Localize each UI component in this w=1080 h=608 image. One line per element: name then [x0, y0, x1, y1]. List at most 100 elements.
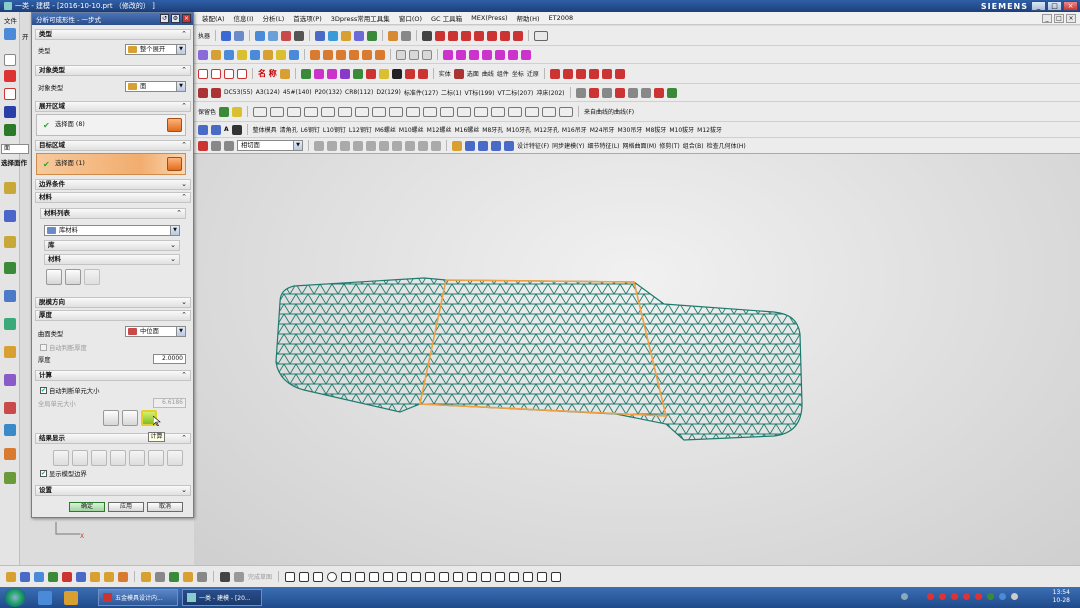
std-9-icon[interactable]: [389, 106, 404, 117]
result-strain-icon[interactable]: [72, 450, 88, 466]
tray-8-icon[interactable]: [999, 593, 1006, 600]
menu-3dpress[interactable]: 3Dpress常用工具集: [331, 13, 390, 23]
tray-4-icon[interactable]: [951, 593, 958, 600]
mirror-bottom-icon[interactable]: [509, 571, 520, 582]
menu-mex-press[interactable]: MEX(Press): [471, 14, 507, 22]
polygon-icon[interactable]: [383, 571, 394, 582]
quick-m8-tap[interactable]: M8牙孔: [482, 125, 503, 134]
trim-icon[interactable]: [474, 30, 485, 41]
menu-detail-feature[interactable]: 细节特征(L): [588, 141, 620, 150]
std-11-icon[interactable]: [423, 106, 438, 117]
system-clock[interactable]: 13:54 10-28: [1053, 589, 1070, 605]
spline-icon[interactable]: [285, 571, 296, 582]
feature-4-icon[interactable]: [491, 140, 501, 151]
material-source-combo[interactable]: 库材料 ▼: [44, 225, 180, 236]
measure-bottom-icon[interactable]: [183, 571, 193, 582]
snap-2-icon[interactable]: [211, 140, 221, 151]
part-icon[interactable]: [4, 124, 16, 136]
circle-icon[interactable]: [327, 571, 338, 582]
snap-3-icon[interactable]: [224, 140, 234, 151]
feature-1-icon[interactable]: [452, 140, 462, 151]
offset-icon[interactable]: [487, 30, 498, 41]
doc-restore-button[interactable]: □: [1054, 14, 1064, 23]
plane-icon[interactable]: [76, 571, 86, 582]
menu-window[interactable]: 窗口(O): [399, 13, 422, 23]
new-icon[interactable]: [4, 54, 16, 66]
key-icon[interactable]: [141, 571, 151, 582]
dialog-reset-button[interactable]: ↺: [160, 14, 169, 23]
result-stress-icon[interactable]: [91, 450, 107, 466]
tray-2-icon[interactable]: [927, 593, 934, 600]
tool-f-icon[interactable]: [614, 68, 625, 79]
apply-button[interactable]: 应用: [108, 502, 144, 512]
mold-2-icon[interactable]: [211, 68, 221, 79]
dialog-close-button[interactable]: ×: [182, 14, 191, 23]
util-3-icon[interactable]: [601, 87, 612, 98]
snap-j-icon[interactable]: [431, 140, 441, 151]
ruler-icon[interactable]: [388, 30, 399, 41]
material-p20[interactable]: P20(132): [315, 89, 342, 96]
task-word-document[interactable]: 五金模具设计内...: [98, 589, 178, 606]
trim-bottom-icon[interactable]: [425, 571, 436, 582]
snap-1-icon[interactable]: [198, 140, 208, 151]
util-2-icon[interactable]: [588, 87, 599, 98]
diamond-icon[interactable]: [4, 106, 16, 118]
offset-bottom-icon[interactable]: [411, 571, 422, 582]
pink-1-icon[interactable]: [313, 68, 324, 79]
line-bottom-icon[interactable]: [299, 571, 310, 582]
box-orange-4-icon[interactable]: [349, 49, 359, 60]
close-button[interactable]: ×: [1063, 1, 1078, 11]
snap-i-icon[interactable]: [418, 140, 428, 151]
star-icon[interactable]: [279, 68, 290, 79]
derived-icon[interactable]: [551, 571, 562, 582]
std-10-icon[interactable]: [406, 106, 421, 117]
std-3-icon[interactable]: [287, 106, 302, 117]
object-type-combo[interactable]: 面 ▼: [125, 81, 186, 92]
material-d2[interactable]: D2(129): [376, 89, 401, 96]
palette-icon[interactable]: [4, 318, 16, 330]
cancel-button[interactable]: 取消: [147, 502, 183, 512]
fit-icon[interactable]: [255, 30, 266, 41]
help-icon[interactable]: [231, 124, 242, 135]
arc-bottom-icon[interactable]: [313, 571, 324, 582]
menu-help[interactable]: 帮助(H): [517, 13, 540, 23]
result-blank-icon[interactable]: [110, 450, 126, 466]
util-6-icon[interactable]: [640, 87, 651, 98]
boss-icon[interactable]: [276, 49, 286, 60]
curve-icon[interactable]: [234, 30, 245, 41]
subtract-icon[interactable]: [237, 49, 247, 60]
pattern-icon[interactable]: [495, 571, 506, 582]
dimension-icon[interactable]: [481, 571, 492, 582]
util-8-icon[interactable]: [666, 87, 677, 98]
keep-color-label[interactable]: 保留色: [198, 107, 216, 116]
project-icon[interactable]: [523, 571, 534, 582]
box-grey-2-icon[interactable]: [409, 49, 419, 60]
box-orange-5-icon[interactable]: [362, 49, 372, 60]
fillet-bottom-icon[interactable]: [341, 571, 352, 582]
snap-g-icon[interactable]: [392, 140, 402, 151]
transform-icon[interactable]: [354, 30, 365, 41]
util-7-icon[interactable]: [653, 87, 664, 98]
green-1-icon[interactable]: [300, 68, 311, 79]
render-icon[interactable]: [281, 30, 292, 41]
tray-5-icon[interactable]: [963, 593, 970, 600]
tray-3-icon[interactable]: [939, 593, 946, 600]
constraint-icon[interactable]: [4, 210, 16, 222]
red-1-icon[interactable]: [365, 68, 376, 79]
block-icon[interactable]: [328, 30, 339, 41]
hatch-icon[interactable]: [401, 30, 412, 41]
section-boundary-header[interactable]: 边界条件 ⌄: [35, 179, 191, 190]
quicklaunch-1-icon[interactable]: [38, 590, 52, 605]
material-standard[interactable]: 标准件(127): [404, 88, 438, 97]
green-2-icon[interactable]: [352, 68, 363, 79]
file-menu-label[interactable]: 文件: [4, 15, 17, 25]
std-4-icon[interactable]: [304, 106, 319, 117]
pin-icon[interactable]: [341, 30, 352, 41]
menu-gc-toolbox[interactable]: GC 工具箱: [431, 13, 462, 23]
system-icon[interactable]: [4, 402, 16, 414]
minimize-button[interactable]: _: [1031, 1, 1046, 11]
menu-check-geometry[interactable]: 检查几何体(H): [707, 141, 746, 150]
mold-4-icon[interactable]: [237, 68, 247, 79]
sketch-icon[interactable]: [221, 30, 232, 41]
measure-icon[interactable]: [367, 30, 378, 41]
